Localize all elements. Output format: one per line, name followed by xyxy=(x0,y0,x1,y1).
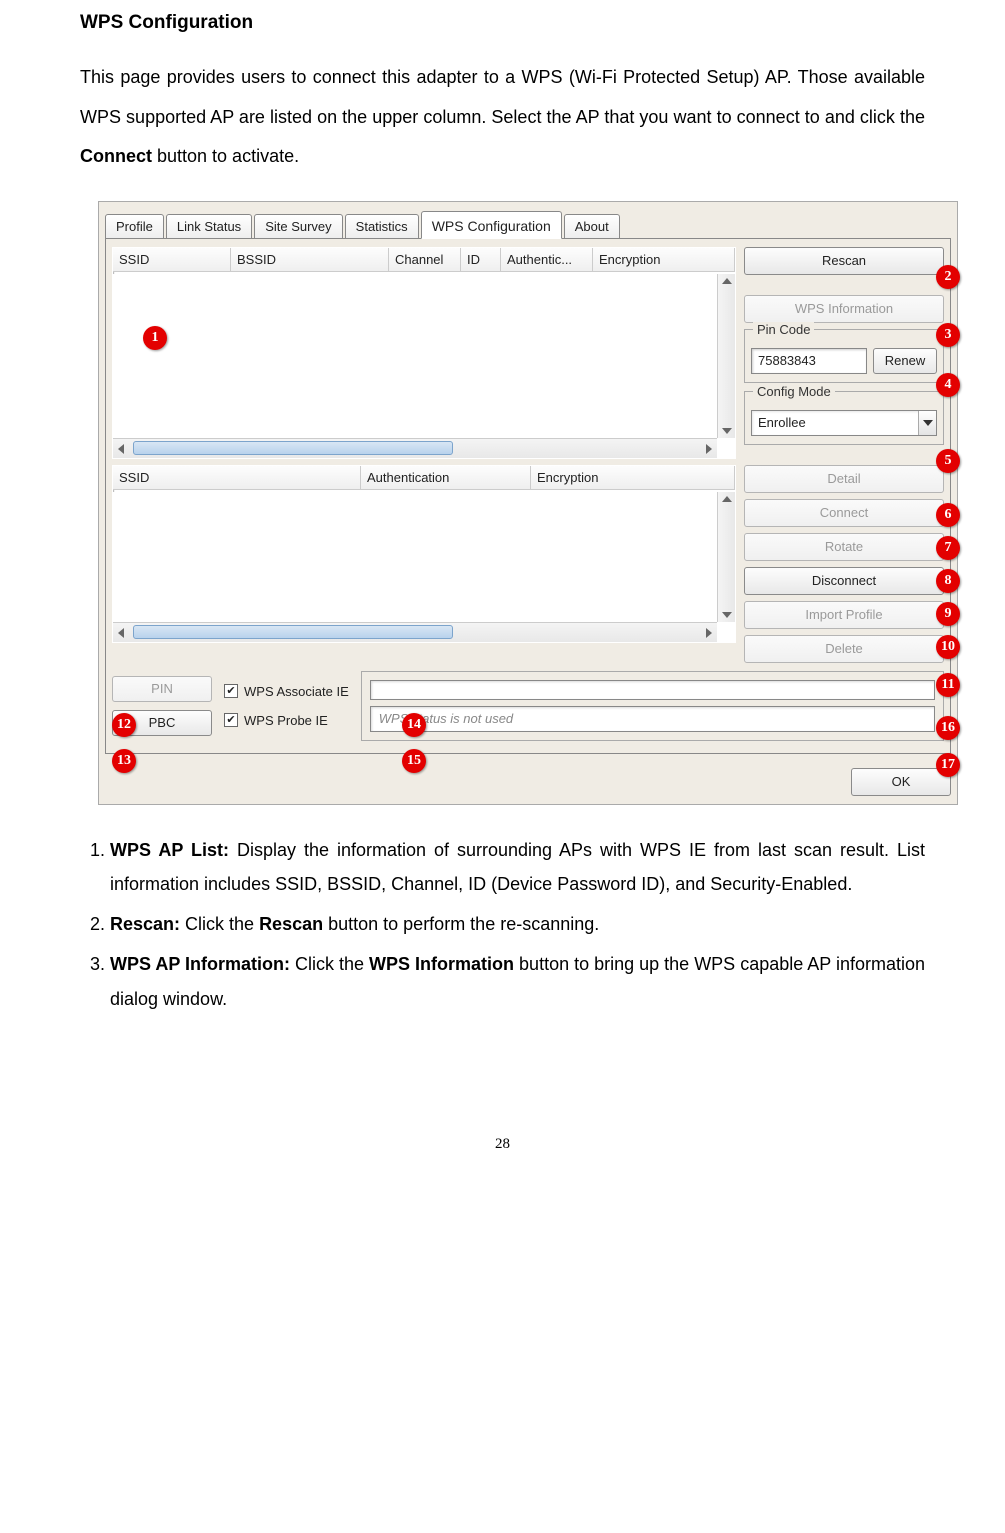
wps-associate-ie-check[interactable]: ✔ WPS Associate IE xyxy=(224,684,349,699)
checkbox-icon: ✔ xyxy=(224,713,238,727)
callout-17: 17 xyxy=(936,753,960,777)
intro-text-1: This page provides users to connect this… xyxy=(80,67,925,127)
note-3-text1: Click the xyxy=(290,954,369,974)
section-title: WPS Configuration xyxy=(80,12,925,34)
note-3-label: WPS AP Information: xyxy=(110,954,290,974)
tab-site-survey[interactable]: Site Survey xyxy=(254,214,342,239)
wps-information-button[interactable]: WPS Information xyxy=(744,295,944,323)
wps-associate-ie-label: WPS Associate IE xyxy=(244,684,349,699)
callout-16: 16 xyxy=(936,716,960,740)
wps-panel: SSID BSSID Channel ID Authentic... Encry… xyxy=(105,238,951,754)
config-mode-value: Enrollee xyxy=(758,415,806,430)
wps-status-input[interactable]: WPS status is not used xyxy=(370,706,935,732)
wps-dialog: Profile Link Status Site Survey Statisti… xyxy=(98,201,958,805)
col-ssid[interactable]: SSID xyxy=(113,248,231,271)
callout-10: 10 xyxy=(936,635,960,659)
detail-button[interactable]: Detail xyxy=(744,465,944,493)
callout-5: 5 xyxy=(936,449,960,473)
callout-13: 13 xyxy=(112,749,136,773)
delete-button[interactable]: Delete xyxy=(744,635,944,663)
callout-11: 11 xyxy=(936,673,960,697)
col-auth[interactable]: Authentic... xyxy=(501,248,593,271)
checkbox-icon: ✔ xyxy=(224,684,238,698)
config-mode-select[interactable]: Enrollee xyxy=(751,410,937,436)
notes-list: WPS AP List: Display the information of … xyxy=(80,833,925,1016)
ap-list-hscroll[interactable] xyxy=(113,438,717,458)
pcol-ssid[interactable]: SSID xyxy=(113,466,361,489)
note-item-1: WPS AP List: Display the information of … xyxy=(110,833,925,901)
intro-bold: Connect xyxy=(80,146,152,166)
rescan-button[interactable]: Rescan xyxy=(744,247,944,275)
page-number: 28 xyxy=(80,1136,925,1153)
profile-list-hscroll[interactable] xyxy=(113,622,717,642)
renew-button[interactable]: Renew xyxy=(873,348,937,374)
note-1-label: WPS AP List: xyxy=(110,840,229,860)
col-bssid[interactable]: BSSID xyxy=(231,248,389,271)
note-2-text1: Click the xyxy=(180,914,259,934)
config-mode-label: Config Mode xyxy=(753,384,835,399)
intro-text-2: button to activate. xyxy=(152,146,299,166)
tab-link-status[interactable]: Link Status xyxy=(166,214,252,239)
chevron-down-icon xyxy=(918,411,936,435)
callout-15: 15 xyxy=(402,749,426,773)
config-mode-group: Config Mode Enrollee xyxy=(744,391,944,445)
col-id[interactable]: ID xyxy=(461,248,501,271)
pin-code-group: Pin Code 75883843 Renew xyxy=(744,329,944,383)
callout-8: 8 xyxy=(936,569,960,593)
pin-code-label: Pin Code xyxy=(753,322,814,337)
callout-14: 14 xyxy=(402,713,426,737)
tab-statistics[interactable]: Statistics xyxy=(345,214,419,239)
callout-6: 6 xyxy=(936,503,960,527)
callout-12: 12 xyxy=(112,713,136,737)
callout-3: 3 xyxy=(936,323,960,347)
tab-wps[interactable]: WPS Configuration xyxy=(421,211,562,239)
pcol-auth[interactable]: Authentication xyxy=(361,466,531,489)
wps-probe-ie-check[interactable]: ✔ WPS Probe IE xyxy=(224,713,349,728)
tab-about[interactable]: About xyxy=(564,214,620,239)
col-enc[interactable]: Encryption xyxy=(593,248,735,271)
connect-button[interactable]: Connect xyxy=(744,499,944,527)
wps-ap-list[interactable]: SSID BSSID Channel ID Authentic... Encry… xyxy=(112,247,736,459)
note-2-text2: button to perform the re-scanning. xyxy=(323,914,599,934)
intro-paragraph: This page provides users to connect this… xyxy=(80,58,925,177)
callout-7: 7 xyxy=(936,536,960,560)
note-1-text: Display the information of surrounding A… xyxy=(110,840,925,894)
profile-list-vscroll[interactable] xyxy=(717,492,735,622)
callout-4: 4 xyxy=(936,373,960,397)
pin-button[interactable]: PIN xyxy=(112,676,212,702)
rotate-button[interactable]: Rotate xyxy=(744,533,944,561)
note-2-bold: Rescan xyxy=(259,914,323,934)
note-item-2: Rescan: Click the Rescan button to perfo… xyxy=(110,907,925,941)
tab-profile[interactable]: Profile xyxy=(105,214,164,239)
note-item-3: WPS AP Information: Click the WPS Inform… xyxy=(110,947,925,1015)
tab-bar: Profile Link Status Site Survey Statisti… xyxy=(99,202,957,238)
callout-2: 2 xyxy=(936,265,960,289)
callout-9: 9 xyxy=(936,602,960,626)
progress-bar xyxy=(370,680,935,700)
pcol-enc[interactable]: Encryption xyxy=(531,466,735,489)
col-channel[interactable]: Channel xyxy=(389,248,461,271)
callout-1: 1 xyxy=(143,326,167,350)
profile-list-body[interactable] xyxy=(113,492,717,622)
pin-code-input[interactable]: 75883843 xyxy=(751,348,867,374)
import-profile-button[interactable]: Import Profile xyxy=(744,601,944,629)
note-2-label: Rescan: xyxy=(110,914,180,934)
ok-button[interactable]: OK xyxy=(851,768,951,796)
disconnect-button[interactable]: Disconnect xyxy=(744,567,944,595)
ap-list-vscroll[interactable] xyxy=(717,274,735,438)
wps-probe-ie-label: WPS Probe IE xyxy=(244,713,328,728)
status-group: WPS status is not used xyxy=(361,671,944,741)
note-3-bold: WPS Information xyxy=(369,954,514,974)
ap-list-body[interactable] xyxy=(113,274,717,438)
wps-profile-list[interactable]: SSID Authentication Encryption xyxy=(112,465,736,643)
